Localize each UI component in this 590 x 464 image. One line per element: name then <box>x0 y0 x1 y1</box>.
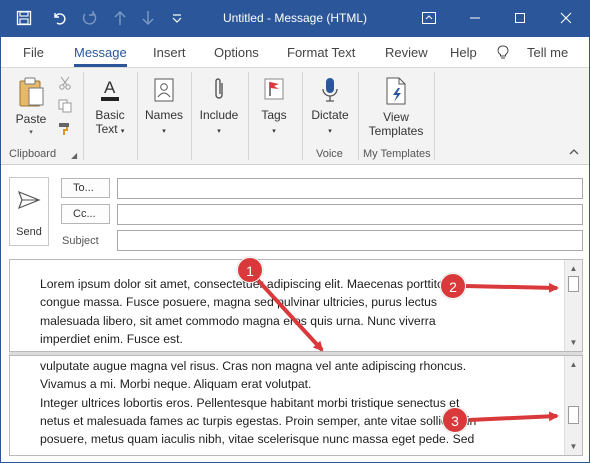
customize-dropdown-icon[interactable] <box>171 10 183 32</box>
ribbon-separator <box>302 72 303 160</box>
scrollbar-thumb[interactable] <box>568 406 579 424</box>
ribbon-separator <box>248 72 249 160</box>
chevron-down-icon: ▾ <box>162 128 166 135</box>
up-arrow-icon[interactable] <box>113 10 127 31</box>
my-templates-group-label: My Templates <box>363 148 431 160</box>
svg-text:A: A <box>104 78 116 97</box>
tab-review[interactable]: Review <box>385 45 428 60</box>
templates-icon <box>386 77 406 105</box>
chevron-down-icon: ▾ <box>29 129 33 136</box>
cc-button[interactable]: Cc... <box>61 204 110 224</box>
tab-help[interactable]: Help <box>450 45 477 60</box>
ribbon-display-icon[interactable] <box>407 5 451 33</box>
ribbon-tabs: File Message Insert Options Format Text … <box>1 37 589 67</box>
ribbon-separator <box>191 72 192 160</box>
chevron-down-icon: ▾ <box>328 128 332 135</box>
clipboard-group-label: Clipboard <box>9 148 57 160</box>
outlook-message-window: Untitled - Message (HTML) File Message I… <box>0 0 590 463</box>
paste-button[interactable]: Paste ▾ <box>13 76 49 140</box>
paperclip-icon <box>215 78 223 99</box>
address-book-icon <box>154 78 174 102</box>
subject-field[interactable] <box>117 230 583 251</box>
cut-icon[interactable] <box>58 76 72 93</box>
tab-file[interactable]: File <box>23 45 44 60</box>
chevron-down-icon: ▾ <box>272 128 276 135</box>
close-icon[interactable] <box>544 5 588 33</box>
annotation-badge-1: 1 <box>237 257 263 283</box>
annotation-badge-2: 2 <box>440 273 466 299</box>
message-body-text-top[interactable]: Lorem ipsum dolor sit amet, consectetuer… <box>40 275 562 348</box>
flag-icon <box>264 78 284 100</box>
redo-icon[interactable] <box>81 10 97 31</box>
subject-label: Subject <box>62 235 99 247</box>
view-templates-button[interactable]: View Templates <box>363 76 429 138</box>
save-icon[interactable] <box>16 10 32 31</box>
cc-field[interactable] <box>117 204 583 225</box>
copy-icon[interactable] <box>58 99 72 116</box>
names-button[interactable]: Names ▾ <box>143 76 185 139</box>
ribbon-separator <box>358 72 359 160</box>
microphone-icon <box>322 78 338 102</box>
scroll-down-icon[interactable]: ▼ <box>567 336 580 349</box>
format-painter-icon[interactable] <box>58 122 72 139</box>
send-icon <box>17 190 41 210</box>
scroll-down-icon[interactable]: ▼ <box>567 440 580 453</box>
include-button[interactable]: Include ▾ <box>197 76 241 139</box>
title-bar: Untitled - Message (HTML) <box>1 1 589 37</box>
down-arrow-icon[interactable] <box>141 10 155 31</box>
send-button[interactable]: Send <box>9 177 49 246</box>
ribbon-separator <box>137 72 138 160</box>
minimize-icon[interactable] <box>453 5 497 33</box>
bottom-pane-scrollbar[interactable]: ▲ ▼ <box>564 356 582 455</box>
chevron-down-icon: ▾ <box>120 128 125 135</box>
font-color-icon: A <box>101 78 119 101</box>
tab-format-text[interactable]: Format Text <box>287 45 355 60</box>
lightbulb-icon[interactable] <box>497 45 509 63</box>
scrollbar-thumb[interactable] <box>568 276 579 292</box>
tags-button[interactable]: Tags ▾ <box>254 76 294 139</box>
message-body-top-pane[interactable]: Lorem ipsum dolor sit amet, consectetuer… <box>9 259 583 352</box>
tab-tell-me[interactable]: Tell me <box>527 45 568 60</box>
top-pane-scrollbar[interactable]: ▲ ▼ <box>564 260 582 351</box>
collapse-ribbon-icon[interactable] <box>569 148 579 158</box>
ribbon-separator <box>83 72 84 160</box>
tab-insert[interactable]: Insert <box>153 45 186 60</box>
scroll-up-icon[interactable]: ▲ <box>567 262 580 275</box>
to-field[interactable] <box>117 178 583 199</box>
message-body-bottom-pane[interactable]: vulputate augue magna vel risus. Cras no… <box>9 355 583 456</box>
tab-options[interactable]: Options <box>214 45 259 60</box>
clipboard-icon <box>19 77 44 107</box>
dialog-launcher-icon[interactable]: ◢ <box>71 151 77 160</box>
annotation-badge-3: 3 <box>442 407 468 433</box>
voice-group-label: Voice <box>316 148 343 160</box>
scroll-up-icon[interactable]: ▲ <box>567 358 580 371</box>
maximize-icon[interactable] <box>498 5 542 33</box>
to-button[interactable]: To... <box>61 178 110 198</box>
dictate-button[interactable]: Dictate ▾ <box>307 76 353 139</box>
basic-text-button[interactable]: A Basic Text ▾ <box>90 76 130 139</box>
undo-icon[interactable] <box>51 10 67 31</box>
tab-message[interactable]: Message <box>74 45 127 67</box>
ribbon-separator <box>434 72 435 160</box>
message-body-text-bottom[interactable]: vulputate augue magna vel risus. Cras no… <box>40 357 562 448</box>
chevron-down-icon: ▾ <box>217 128 221 135</box>
ribbon: Paste ▾ Clipboard ◢ A Basic Text ▾ Names… <box>1 67 589 165</box>
